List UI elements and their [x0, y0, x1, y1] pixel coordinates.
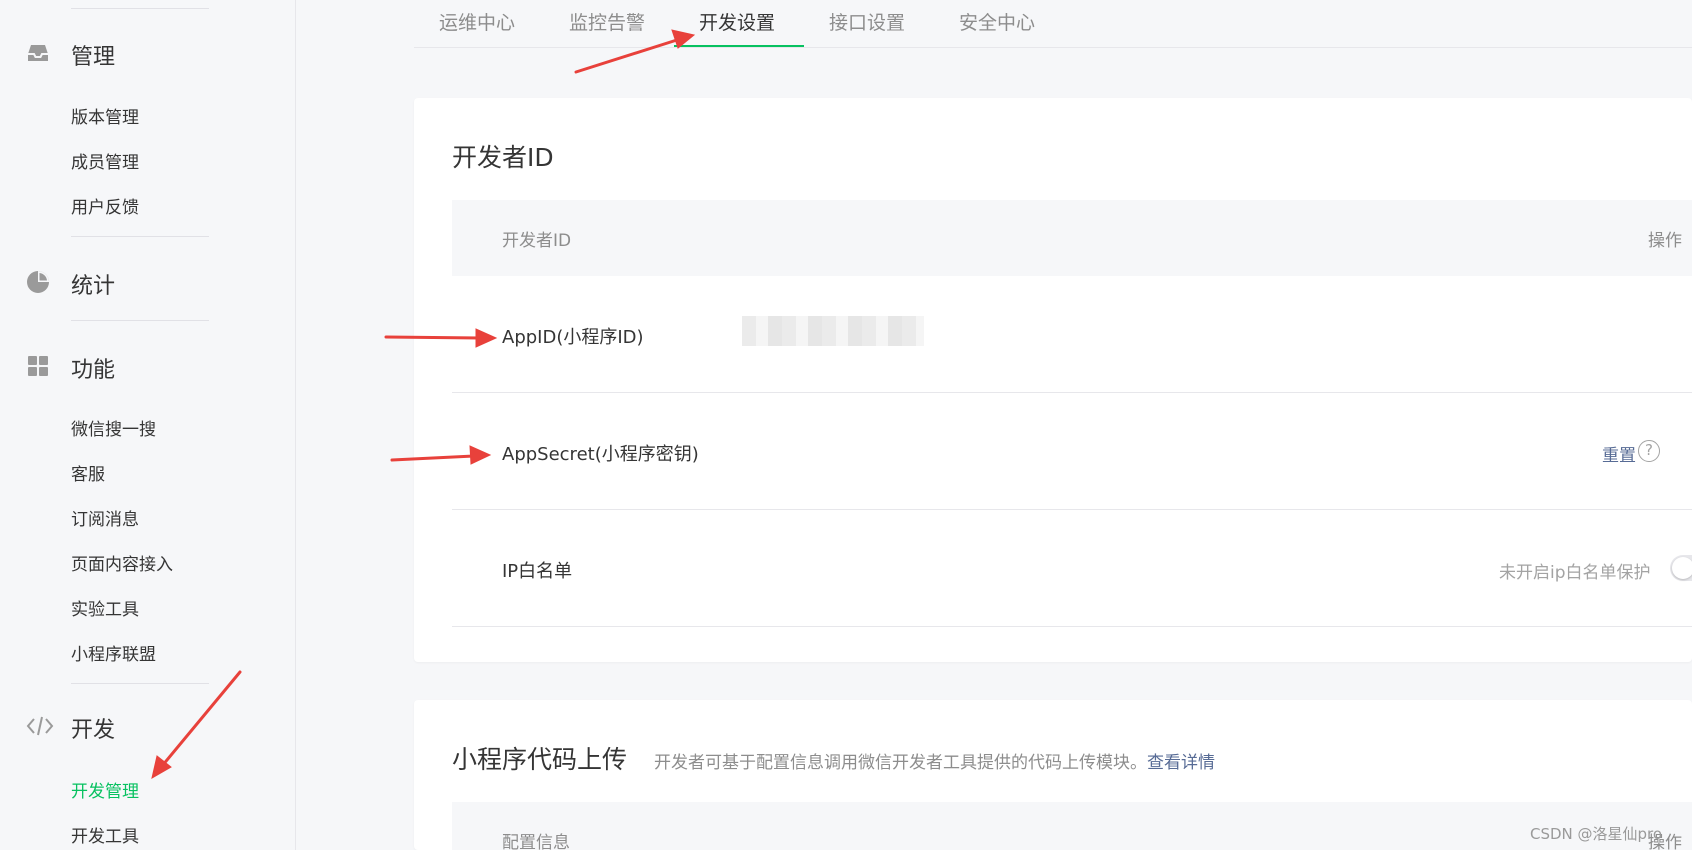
help-icon[interactable]: ?	[1638, 440, 1660, 462]
top-tabs: 运维中心 监控告警 开发设置 接口设置 安全中心	[414, 0, 1692, 48]
table-header: 配置信息 操作	[452, 802, 1692, 850]
watermark: CSDN @洛星仙pro	[1530, 825, 1663, 843]
description-text: 开发者可基于配置信息调用微信开发者工具提供的代码上传模块。	[654, 753, 1147, 773]
ip-whitelist-toggle[interactable]	[1670, 555, 1692, 581]
active-tab-indicator	[674, 45, 804, 47]
sidebar-item-subscription-messages[interactable]: 订阅消息	[71, 505, 139, 530]
sidebar-item-user-feedback[interactable]: 用户反馈	[71, 193, 139, 218]
developer-id-card: 开发者ID 开发者ID 操作 AppID(小程序ID) AppSecret(小程…	[414, 98, 1692, 662]
sidebar-group-development[interactable]: 开发	[0, 706, 296, 746]
sidebar-item-customer-service[interactable]: 客服	[71, 460, 105, 485]
column-header-developer-id: 开发者ID	[502, 231, 572, 251]
table-row-appid: AppID(小程序ID)	[452, 276, 1692, 393]
sidebar-item-page-content-access[interactable]: 页面内容接入	[71, 550, 173, 575]
reset-secret-link[interactable]: 重置	[1602, 441, 1636, 466]
pie-chart-icon	[26, 270, 50, 294]
sidebar-item-wechat-search[interactable]: 微信搜一搜	[71, 415, 156, 440]
tab-security-center[interactable]: 安全中心	[959, 8, 1035, 35]
sidebar-divider	[71, 320, 209, 321]
sidebar-group-label: 开发	[71, 718, 116, 743]
tab-dev-settings[interactable]: 开发设置	[699, 8, 775, 35]
card-description: 开发者可基于配置信息调用微信开发者工具提供的代码上传模块。查看详情	[654, 748, 1215, 773]
sidebar-item-dev-tools[interactable]: 开发工具	[71, 822, 139, 847]
sidebar-item-dev-management[interactable]: 开发管理	[71, 777, 139, 802]
tab-ops-center[interactable]: 运维中心	[439, 8, 515, 35]
sidebar-group-features[interactable]: 功能	[0, 346, 296, 386]
sidebar-group-label: 统计	[71, 274, 116, 299]
sidebar-item-version-management[interactable]: 版本管理	[71, 103, 139, 128]
column-header-config: 配置信息	[502, 833, 570, 850]
grid-icon	[26, 354, 50, 378]
sidebar-group-label: 管理	[71, 45, 116, 70]
table-row-appsecret: AppSecret(小程序密钥) 重置 ?	[452, 393, 1692, 510]
table-header: 开发者ID 操作	[452, 200, 1692, 276]
code-icon	[26, 714, 54, 738]
tab-monitoring-alerts[interactable]: 监控告警	[569, 8, 645, 35]
sidebar: 管理 版本管理 成员管理 用户反馈 统计 功能 微信搜一搜 客服 订阅消息 页面…	[0, 0, 296, 850]
view-details-link[interactable]: 查看详情	[1147, 753, 1215, 773]
toggle-knob	[1672, 557, 1692, 579]
sidebar-divider	[71, 236, 209, 237]
sidebar-divider	[71, 8, 209, 9]
card-title: 小程序代码上传	[452, 745, 628, 774]
ip-whitelist-status: 未开启ip白名单保护	[1499, 563, 1651, 583]
sidebar-group-statistics[interactable]: 统计	[0, 262, 296, 302]
sidebar-group-label: 功能	[71, 358, 116, 383]
sidebar-divider	[71, 683, 209, 684]
card-title: 开发者ID	[452, 143, 554, 172]
appid-label: AppID(小程序ID)	[502, 327, 644, 348]
ip-whitelist-label: IP白名单	[502, 561, 573, 582]
table-row-ip-whitelist: IP白名单 未开启ip白名单保护	[452, 510, 1692, 627]
appsecret-label: AppSecret(小程序密钥)	[502, 444, 699, 465]
sidebar-item-mini-program-alliance[interactable]: 小程序联盟	[71, 640, 156, 665]
code-upload-card: 小程序代码上传 开发者可基于配置信息调用微信开发者工具提供的代码上传模块。查看详…	[414, 700, 1692, 850]
sidebar-item-member-management[interactable]: 成员管理	[71, 148, 139, 173]
inbox-icon	[26, 41, 50, 65]
column-header-actions: 操作	[1648, 231, 1682, 251]
tab-api-settings[interactable]: 接口设置	[829, 8, 905, 35]
appid-value-redacted	[742, 316, 924, 346]
sidebar-item-experiment-tools[interactable]: 实验工具	[71, 595, 139, 620]
sidebar-group-management[interactable]: 管理	[0, 33, 296, 73]
